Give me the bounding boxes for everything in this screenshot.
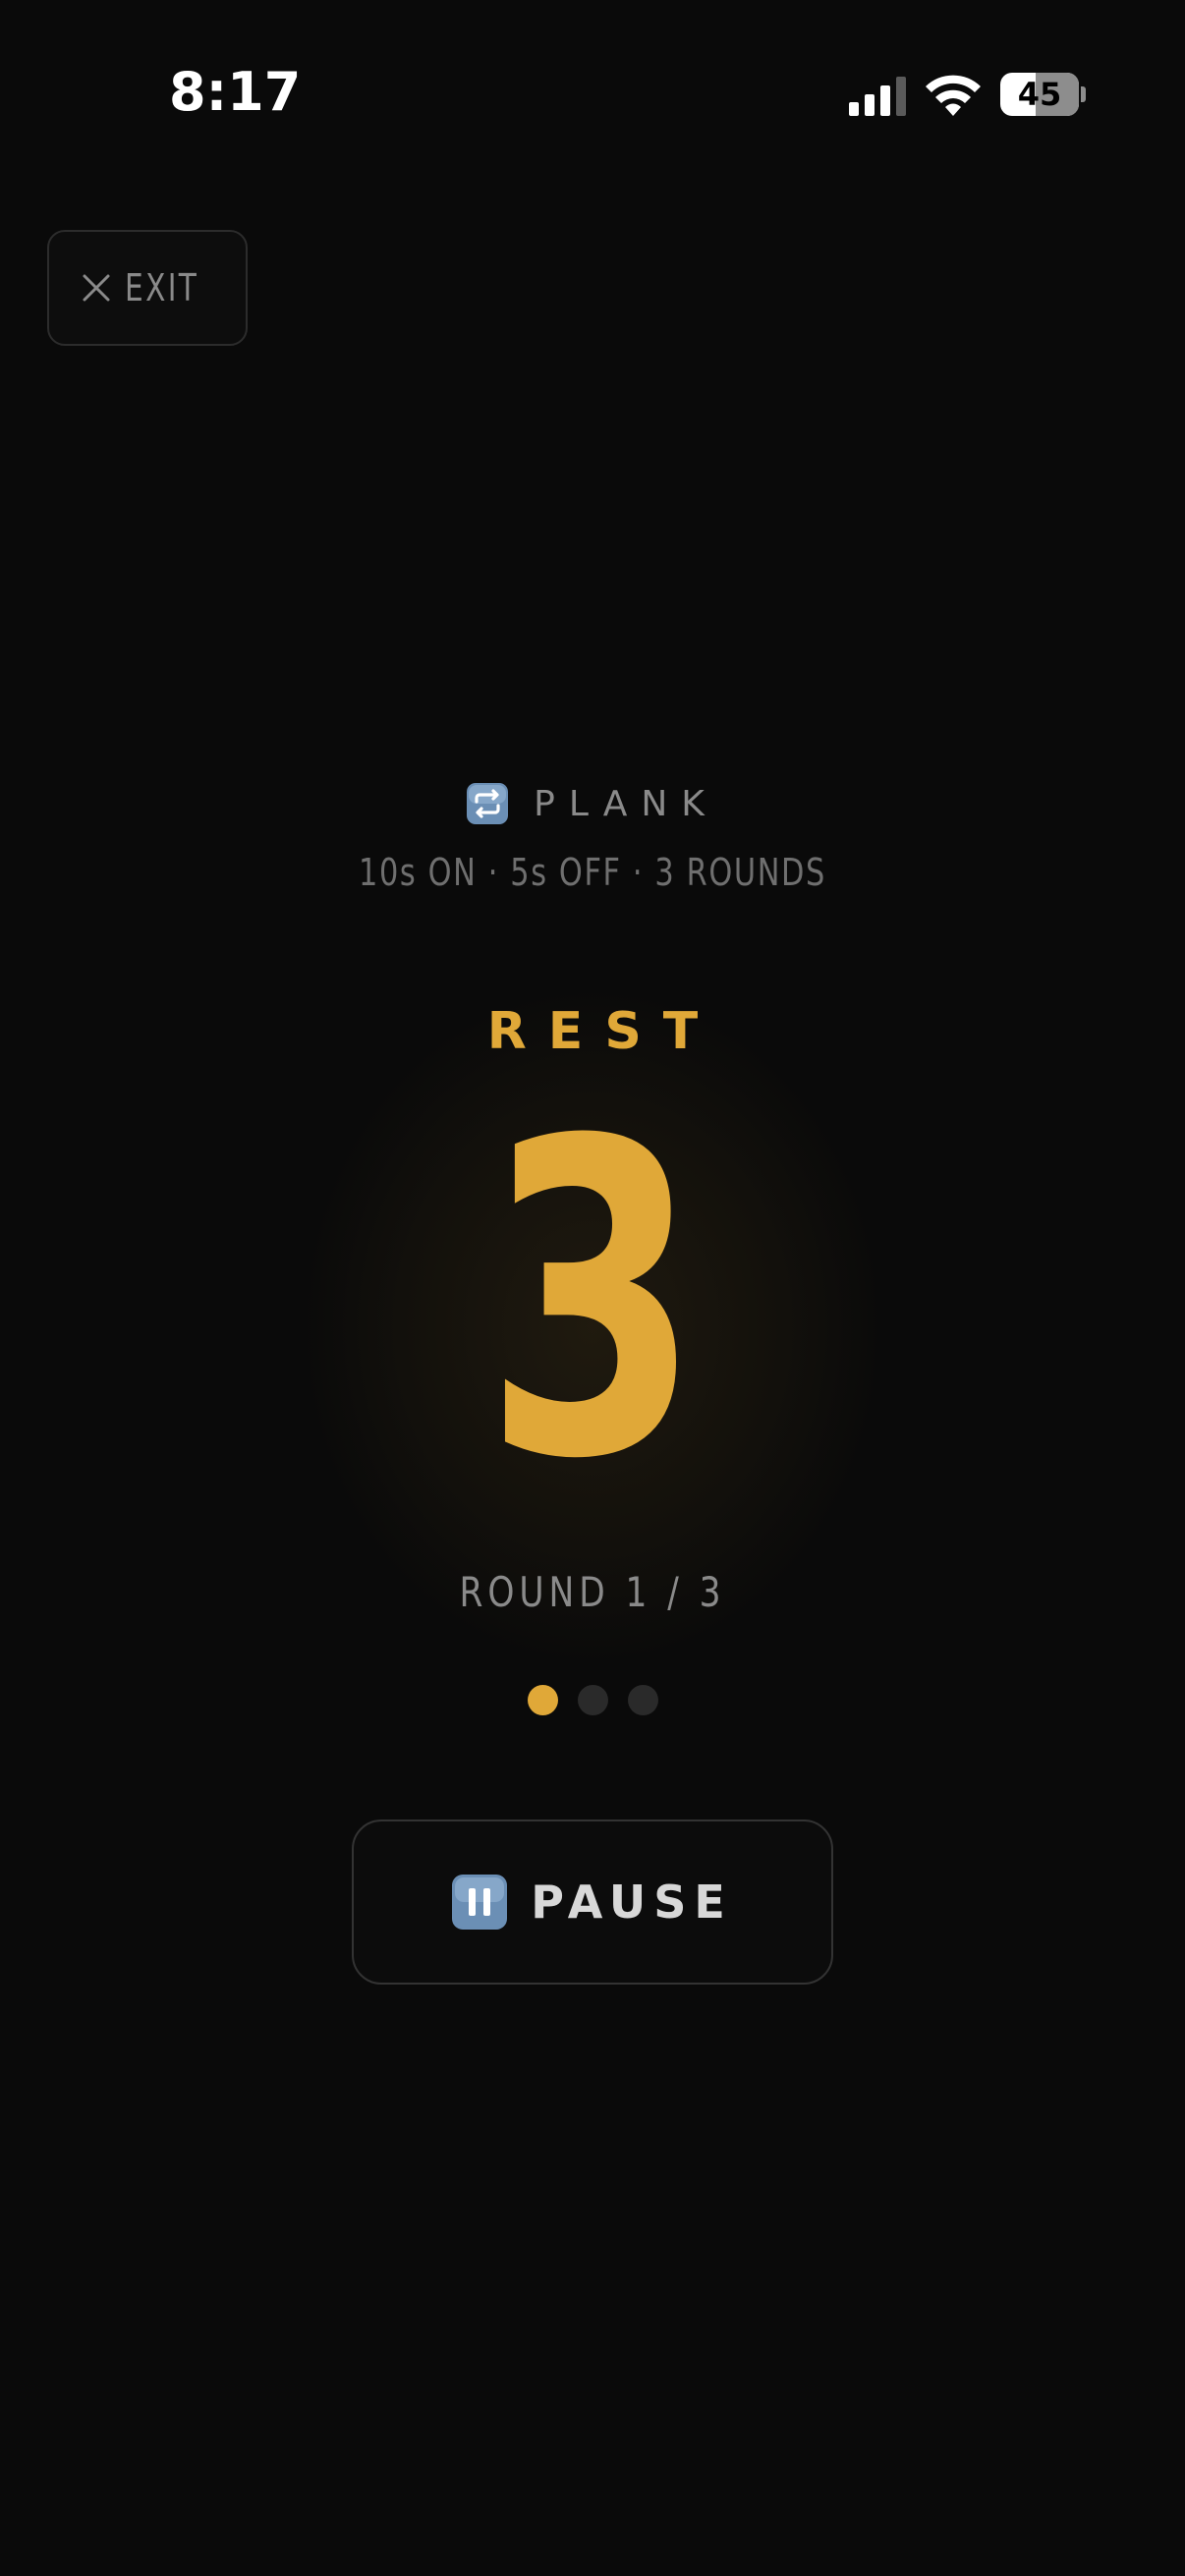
exit-label: EXIT [125,266,199,309]
round-dot [627,1685,658,1715]
pause-button[interactable]: PAUSE [352,1820,833,1985]
cellular-signal-icon [849,77,906,116]
battery-icon: 45 [1000,73,1079,116]
wifi-icon [926,75,981,116]
round-dot [527,1685,558,1715]
exit-button[interactable]: EXIT [47,230,248,346]
pause-label: PAUSE [531,1876,733,1929]
close-icon [83,274,110,302]
interval-config: 10s ON · 5s OFF · 3 ROUNDS [359,851,826,894]
exercise-header: PLANK [0,776,1185,831]
exercise-name: PLANK [534,783,718,824]
status-time: 8:17 [169,61,302,123]
round-dot [577,1685,608,1715]
pause-icon [452,1875,508,1930]
countdown-number: 3 [483,1050,702,1553]
battery-cap [1081,86,1086,102]
battery-level: 45 [1017,76,1062,113]
repeat-icon [467,783,509,824]
round-progress-dots [0,1685,1185,1715]
round-indicator: ROUND 1 / 3 [459,1568,726,1616]
